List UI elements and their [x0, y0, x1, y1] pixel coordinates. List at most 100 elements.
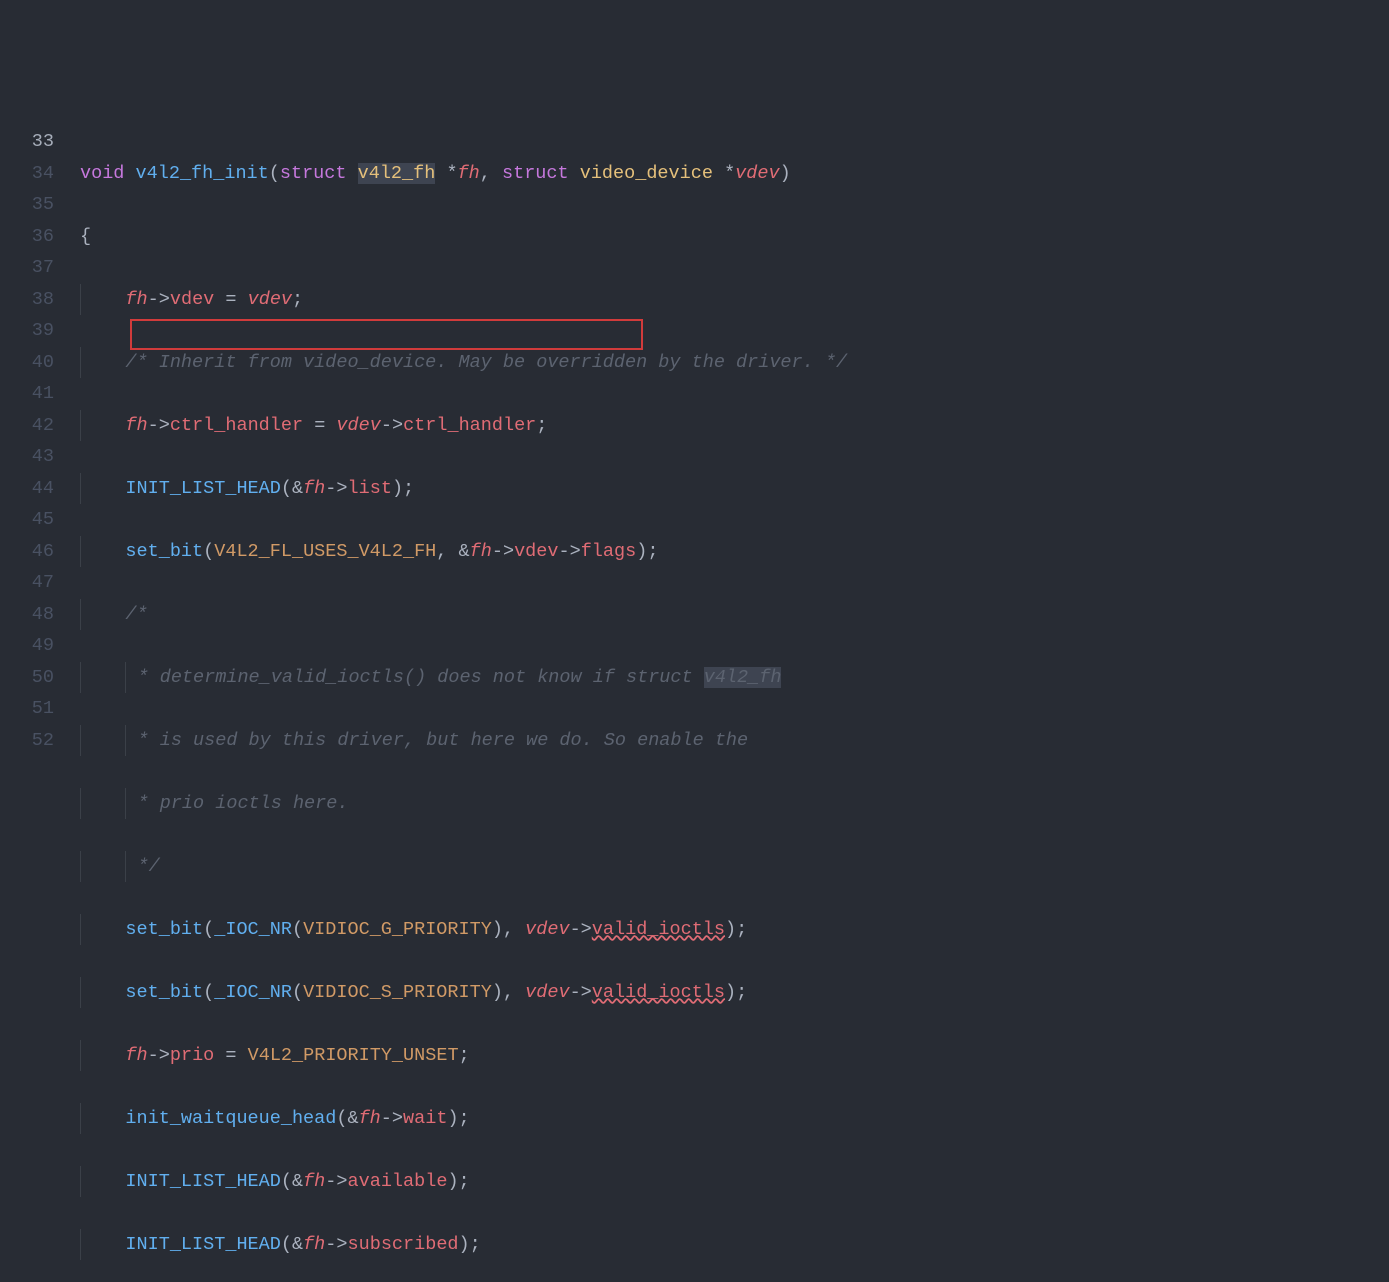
line-number: 41 — [0, 378, 54, 410]
comment-line: * is used by this driver, but here we do… — [126, 730, 748, 751]
code-area[interactable]: void v4l2_fh_init(struct v4l2_fh *fh, st… — [80, 126, 1389, 767]
paren-open: ( — [203, 982, 214, 1003]
fn-set-bit: set_bit — [125, 982, 203, 1003]
member-prio: prio — [170, 1045, 214, 1066]
paren-close: ) — [492, 919, 503, 940]
line-number: 34 — [0, 158, 54, 190]
op-arrow: -> — [492, 541, 514, 562]
code-line[interactable]: /* — [80, 599, 1389, 631]
member-wait: wait — [403, 1108, 447, 1129]
const-s-priority: VIDIOC_S_PRIORITY — [303, 982, 492, 1003]
code-line[interactable]: INIT_LIST_HEAD(&fh->available); — [80, 1166, 1389, 1198]
op-arrow: -> — [148, 1045, 170, 1066]
code-line[interactable]: init_waitqueue_head(&fh->wait); — [80, 1103, 1389, 1135]
code-line[interactable]: * is used by this driver, but here we do… — [80, 725, 1389, 757]
line-number: 38 — [0, 284, 54, 316]
var-vdev: vdev — [525, 982, 569, 1003]
member-valid-ioctls: valid_ioctls — [592, 919, 725, 940]
code-line[interactable]: */ — [80, 851, 1389, 883]
line-number: 50 — [0, 662, 54, 694]
type-video-device: video_device — [580, 163, 713, 184]
paren-close: ) — [447, 1171, 458, 1192]
line-number: 43 — [0, 441, 54, 473]
line-number: 46 — [0, 536, 54, 568]
param-fh: fh — [458, 163, 480, 184]
paren-open: ( — [281, 478, 292, 499]
member-subscribed: subscribed — [348, 1234, 459, 1255]
line-number: 47 — [0, 567, 54, 599]
semicolon: ; — [459, 1171, 470, 1192]
semicolon: ; — [459, 1045, 470, 1066]
op-arrow: -> — [325, 1234, 347, 1255]
line-number: 48 — [0, 599, 54, 631]
code-editor[interactable]: 3334353637383940414243444546474849505152… — [0, 126, 1389, 767]
fn-init-waitqueue-head: init_waitqueue_head — [125, 1108, 336, 1129]
paren-open: ( — [269, 163, 280, 184]
code-line[interactable]: * determine_valid_ioctls() does not know… — [80, 662, 1389, 694]
comma: , — [503, 919, 514, 940]
comment-open: /* — [125, 604, 147, 625]
fn-init-list-head: INIT_LIST_HEAD — [125, 1171, 280, 1192]
line-number: 35 — [0, 189, 54, 221]
semicolon: ; — [292, 289, 303, 310]
var-fh: fh — [303, 1234, 325, 1255]
comma: , — [480, 163, 491, 184]
fn-ioc-nr: _IOC_NR — [214, 982, 292, 1003]
function-name: v4l2_fh_init — [136, 163, 269, 184]
code-line[interactable]: fh->vdev = vdev; — [80, 284, 1389, 316]
paren-close: ) — [392, 478, 403, 499]
member-ctrl-handler: ctrl_handler — [170, 415, 303, 436]
line-number: 37 — [0, 252, 54, 284]
comment-highlight-v4l2-fh: v4l2_fh — [704, 667, 782, 688]
op-arrow: -> — [325, 1171, 347, 1192]
op-eq: = — [314, 415, 325, 436]
line-number: 45 — [0, 504, 54, 536]
fn-set-bit: set_bit — [125, 919, 203, 940]
paren-close: ) — [636, 541, 647, 562]
op-arrow: -> — [381, 415, 403, 436]
fn-set-bit: set_bit — [125, 541, 203, 562]
code-line[interactable]: INIT_LIST_HEAD(&fh->subscribed); — [80, 1229, 1389, 1261]
code-line[interactable]: fh->prio = V4L2_PRIORITY_UNSET; — [80, 1040, 1389, 1072]
code-line[interactable]: set_bit(V4L2_FL_USES_V4L2_FH, &fh->vdev-… — [80, 536, 1389, 568]
fn-init-list-head: INIT_LIST_HEAD — [125, 1234, 280, 1255]
paren-close: ) — [725, 982, 736, 1003]
op-arrow: -> — [148, 415, 170, 436]
code-line[interactable]: fh->ctrl_handler = vdev->ctrl_handler; — [80, 410, 1389, 442]
code-line[interactable]: set_bit(_IOC_NR(VIDIOC_G_PRIORITY), vdev… — [80, 914, 1389, 946]
var-vdev: vdev — [336, 415, 380, 436]
code-line[interactable]: /* Inherit from video_device. May be ove… — [80, 347, 1389, 379]
paren-close: ) — [459, 1234, 470, 1255]
annotation-highlight-box — [130, 319, 643, 350]
semicolon: ; — [536, 415, 547, 436]
code-line[interactable]: * prio ioctls here. — [80, 788, 1389, 820]
code-line[interactable]: INIT_LIST_HEAD(&fh->list); — [80, 473, 1389, 505]
code-line[interactable]: { — [80, 221, 1389, 253]
semicolon: ; — [459, 1108, 470, 1129]
op-arrow: -> — [325, 478, 347, 499]
member-available: available — [348, 1171, 448, 1192]
line-number: 40 — [0, 347, 54, 379]
op-eq: = — [225, 289, 236, 310]
code-line[interactable]: void v4l2_fh_init(struct v4l2_fh *fh, st… — [80, 158, 1389, 190]
paren-open: ( — [336, 1108, 347, 1129]
const-priority-unset: V4L2_PRIORITY_UNSET — [248, 1045, 459, 1066]
fn-init-list-head: INIT_LIST_HEAD — [125, 478, 280, 499]
op-star: * — [446, 163, 457, 184]
op-star: * — [724, 163, 735, 184]
op-arrow: -> — [570, 982, 592, 1003]
op-arrow: -> — [148, 289, 170, 310]
op-eq: = — [225, 1045, 236, 1066]
op-arrow: -> — [381, 1108, 403, 1129]
comment-close: */ — [126, 856, 159, 877]
comma: , — [503, 982, 514, 1003]
semicolon: ; — [403, 478, 414, 499]
brace-open: { — [80, 226, 91, 247]
op-amp: & — [459, 541, 470, 562]
member-vdev: vdev — [514, 541, 558, 562]
code-line[interactable]: set_bit(_IOC_NR(VIDIOC_S_PRIORITY), vdev… — [80, 977, 1389, 1009]
comment-line: * prio ioctls here. — [126, 793, 348, 814]
line-number-gutter: 3334353637383940414243444546474849505152 — [0, 126, 80, 767]
paren-open: ( — [203, 919, 214, 940]
member-valid-ioctls: valid_ioctls — [592, 982, 725, 1003]
